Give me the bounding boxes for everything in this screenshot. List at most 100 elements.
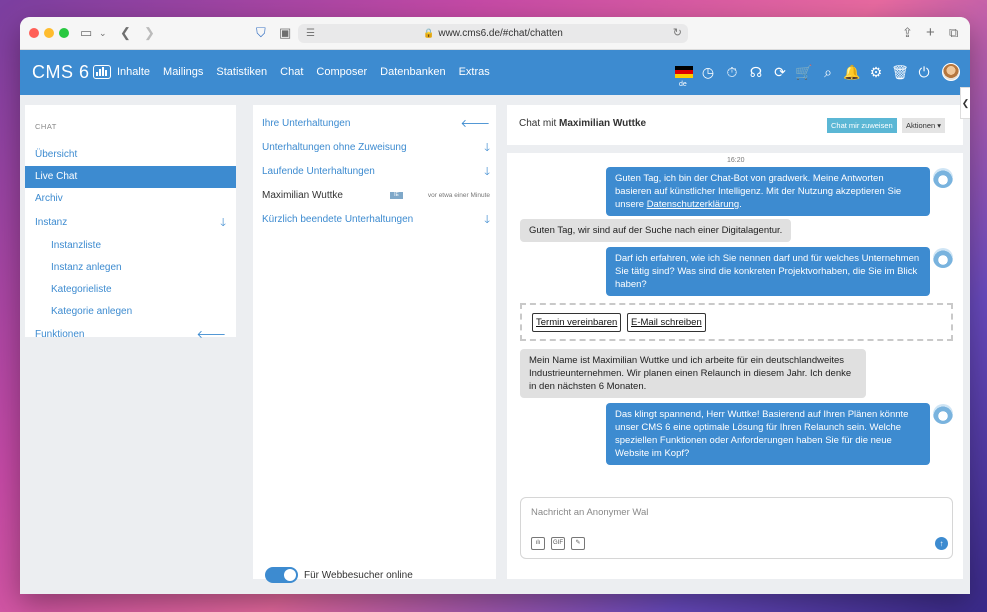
chat-title: Chat mit Maximilian Wuttke	[519, 118, 646, 129]
arrow-down-icon[interactable]: 🡓	[484, 210, 490, 230]
arrow-down-icon[interactable]: 🡓	[484, 162, 490, 182]
nav-datenbanken[interactable]: Datenbanken	[380, 66, 445, 78]
sidebar-item-instanzliste[interactable]: Instanzliste	[25, 235, 236, 257]
bell-icon[interactable]: 🔔	[840, 63, 864, 81]
sidebar-item-instanz-anlegen[interactable]: Instanz anlegen	[25, 257, 236, 279]
chat-header: Chat mit Maximilian Wuttke Chat mir zuwe…	[507, 105, 963, 145]
email-schreiben-button[interactable]: E-Mail schreiben	[627, 313, 706, 332]
nav-extras[interactable]: Extras	[459, 66, 490, 78]
group-kuerzlich-beendet[interactable]: Kürzlich beendete Unterhaltungen 🡓	[262, 210, 490, 230]
german-flag-icon[interactable]	[675, 66, 693, 78]
app-top-nav: CMS 6 Inhalte Mailings Statistiken Chat …	[20, 50, 970, 95]
user-avatar[interactable]	[942, 63, 960, 81]
cms-logo[interactable]: CMS 6	[32, 62, 111, 83]
tab-overview-icon[interactable]: ⧉	[949, 25, 958, 41]
online-toggle[interactable]	[265, 567, 298, 583]
conversation-list: Ihre Unterhaltungen 🡐 Unterhaltungen ohne…	[253, 105, 496, 583]
minimize-window-button[interactable]	[44, 28, 54, 38]
maximize-window-button[interactable]	[59, 28, 69, 38]
termin-vereinbaren-button[interactable]: Termin vereinbaren	[532, 313, 622, 332]
chat-title-prefix: Chat mit	[519, 118, 557, 129]
conversation-item[interactable]: Maximilian Wuttke IE vor etwa einer Minu…	[262, 186, 490, 206]
sidebar-item-label: Instanz anlegen	[51, 262, 122, 273]
arrow-down-icon[interactable]: 🡓	[484, 138, 490, 158]
new-tab-icon[interactable]: +	[926, 25, 935, 41]
message-timestamp: 16:20	[727, 157, 745, 164]
collapse-panel-tab[interactable]: ❮	[960, 87, 970, 119]
forward-icon[interactable]: ❯	[144, 25, 155, 41]
online-toggle-label: Für Webbesucher online	[304, 569, 413, 581]
privacy-link[interactable]: Datenschutzerklärung	[647, 199, 739, 210]
bot-avatar	[933, 248, 953, 268]
nav-statistiken[interactable]: Statistiken	[216, 66, 267, 78]
content-area: CHAT Übersicht Live Chat Archiv Instanz 🡓…	[20, 95, 970, 594]
sidebar-item-live-chat[interactable]: Live Chat	[25, 166, 236, 188]
sidebar-item-label: Archiv	[35, 193, 63, 204]
group-label: Kürzlich beendete Unterhaltungen	[262, 214, 414, 225]
assign-chat-button[interactable]: Chat mir zuweisen	[827, 118, 897, 133]
headset-icon[interactable]: ☊	[744, 63, 768, 81]
back-icon[interactable]: ❮	[120, 25, 131, 41]
reload-icon[interactable]: ↻	[673, 24, 682, 43]
bot-message: Darf ich erfahren, wie ich Sie nennen da…	[606, 247, 930, 296]
close-window-button[interactable]	[29, 28, 39, 38]
nav-inhalte[interactable]: Inhalte	[117, 66, 150, 78]
sidebar-icon[interactable]: ▭	[80, 25, 92, 41]
pencil-icon[interactable]: ✎	[571, 537, 585, 550]
message-composer: ılı GIF ✎ ↑	[520, 497, 953, 559]
clock-icon[interactable]: ◷	[696, 63, 720, 81]
sidebar-item-funktionen[interactable]: Funktionen 🡐	[25, 324, 236, 346]
online-toggle-row: Für Webbesucher online	[265, 567, 413, 583]
message-text: .	[739, 199, 742, 210]
gif-button[interactable]: GIF	[551, 537, 565, 550]
logo-icon	[92, 65, 111, 79]
address-bar[interactable]: ☰ 🔒 www.cms6.de/#chat/chatten ↻	[298, 24, 688, 43]
stopwatch-icon[interactable]: ⏱	[720, 63, 744, 81]
sidebar-item-instanz[interactable]: Instanz 🡓	[25, 212, 236, 234]
arrow-left-icon[interactable]: 🡐	[197, 324, 227, 346]
chevron-down-icon[interactable]: ⌄	[99, 25, 107, 41]
cart-icon[interactable]: 🛒	[792, 63, 816, 81]
chat-sidebar: CHAT Übersicht Live Chat Archiv Instanz 🡓…	[25, 105, 236, 341]
send-icon[interactable]: ↑	[935, 537, 948, 550]
nav-composer[interactable]: Composer	[316, 66, 367, 78]
gear-icon[interactable]: ⚙	[864, 63, 888, 81]
nav-chat[interactable]: Chat	[280, 66, 303, 78]
bot-message: Das klingt spannend, Herr Wuttke! Basier…	[606, 403, 930, 465]
arrow-down-icon[interactable]: 🡓	[220, 212, 226, 234]
nav-icons: ◷ ⏱ ☊ ⟳ 🛒 ⌕ 🔔 ⚙ 🗑 ⏻	[674, 63, 960, 81]
group-laufende-unterhaltungen[interactable]: Laufende Unterhaltungen 🡓	[262, 162, 490, 182]
arrow-left-icon[interactable]: 🡐	[461, 114, 491, 134]
page-icon: ☰	[306, 28, 315, 39]
sidebar-item-label: Kategorieliste	[51, 284, 112, 295]
sidebar-item-uebersicht[interactable]: Übersicht	[25, 144, 236, 166]
quick-reply-box: Termin vereinbaren E-Mail schreiben	[520, 303, 953, 341]
sidebar-item-kategorieliste[interactable]: Kategorieliste	[25, 279, 236, 301]
sync-icon[interactable]: ⟳	[768, 63, 792, 81]
sidebar-item-archiv[interactable]: Archiv	[25, 188, 236, 210]
sidebar-item-label: Live Chat	[35, 171, 78, 182]
message-input[interactable]	[531, 507, 931, 518]
power-icon[interactable]: ⏻	[912, 63, 936, 81]
tabs-icon[interactable]: ▣	[279, 25, 291, 41]
bot-avatar	[933, 404, 953, 424]
url-text: www.cms6.de/#chat/chatten	[438, 28, 563, 39]
chevron-left-icon: ❮	[961, 98, 970, 108]
sidebar-item-kategorie-anlegen[interactable]: Kategorie anlegen	[25, 301, 236, 323]
trash-icon[interactable]: 🗑	[888, 63, 912, 81]
browser-toolbar: ▭ ⌄ ❮ ❯ ⛉ ▣ ☰ 🔒 www.cms6.de/#chat/chatten…	[20, 17, 970, 50]
search-icon[interactable]: ⌕	[816, 63, 840, 81]
conversation-time: vor etwa einer Minute	[427, 192, 490, 199]
group-ohne-zuweisung[interactable]: Unterhaltungen ohne Zuweisung 🡓	[262, 138, 490, 158]
actions-dropdown[interactable]: Aktionen ▾	[902, 118, 946, 133]
browser-badge: IE	[390, 192, 403, 199]
share-icon[interactable]: ⇪	[902, 25, 913, 41]
audio-icon[interactable]: ılı	[531, 537, 545, 550]
shield-icon[interactable]: ⛉	[256, 25, 266, 41]
bot-message: Guten Tag, ich bin der Chat-Bot von grad…	[606, 167, 930, 216]
nav-mailings[interactable]: Mailings	[163, 66, 203, 78]
group-label: Ihre Unterhaltungen	[262, 118, 351, 129]
sidebar-item-label: Instanz	[35, 217, 68, 228]
group-ihre-unterhaltungen[interactable]: Ihre Unterhaltungen 🡐	[262, 114, 490, 134]
user-message: Mein Name ist Maximilian Wuttke und ich …	[520, 349, 866, 398]
